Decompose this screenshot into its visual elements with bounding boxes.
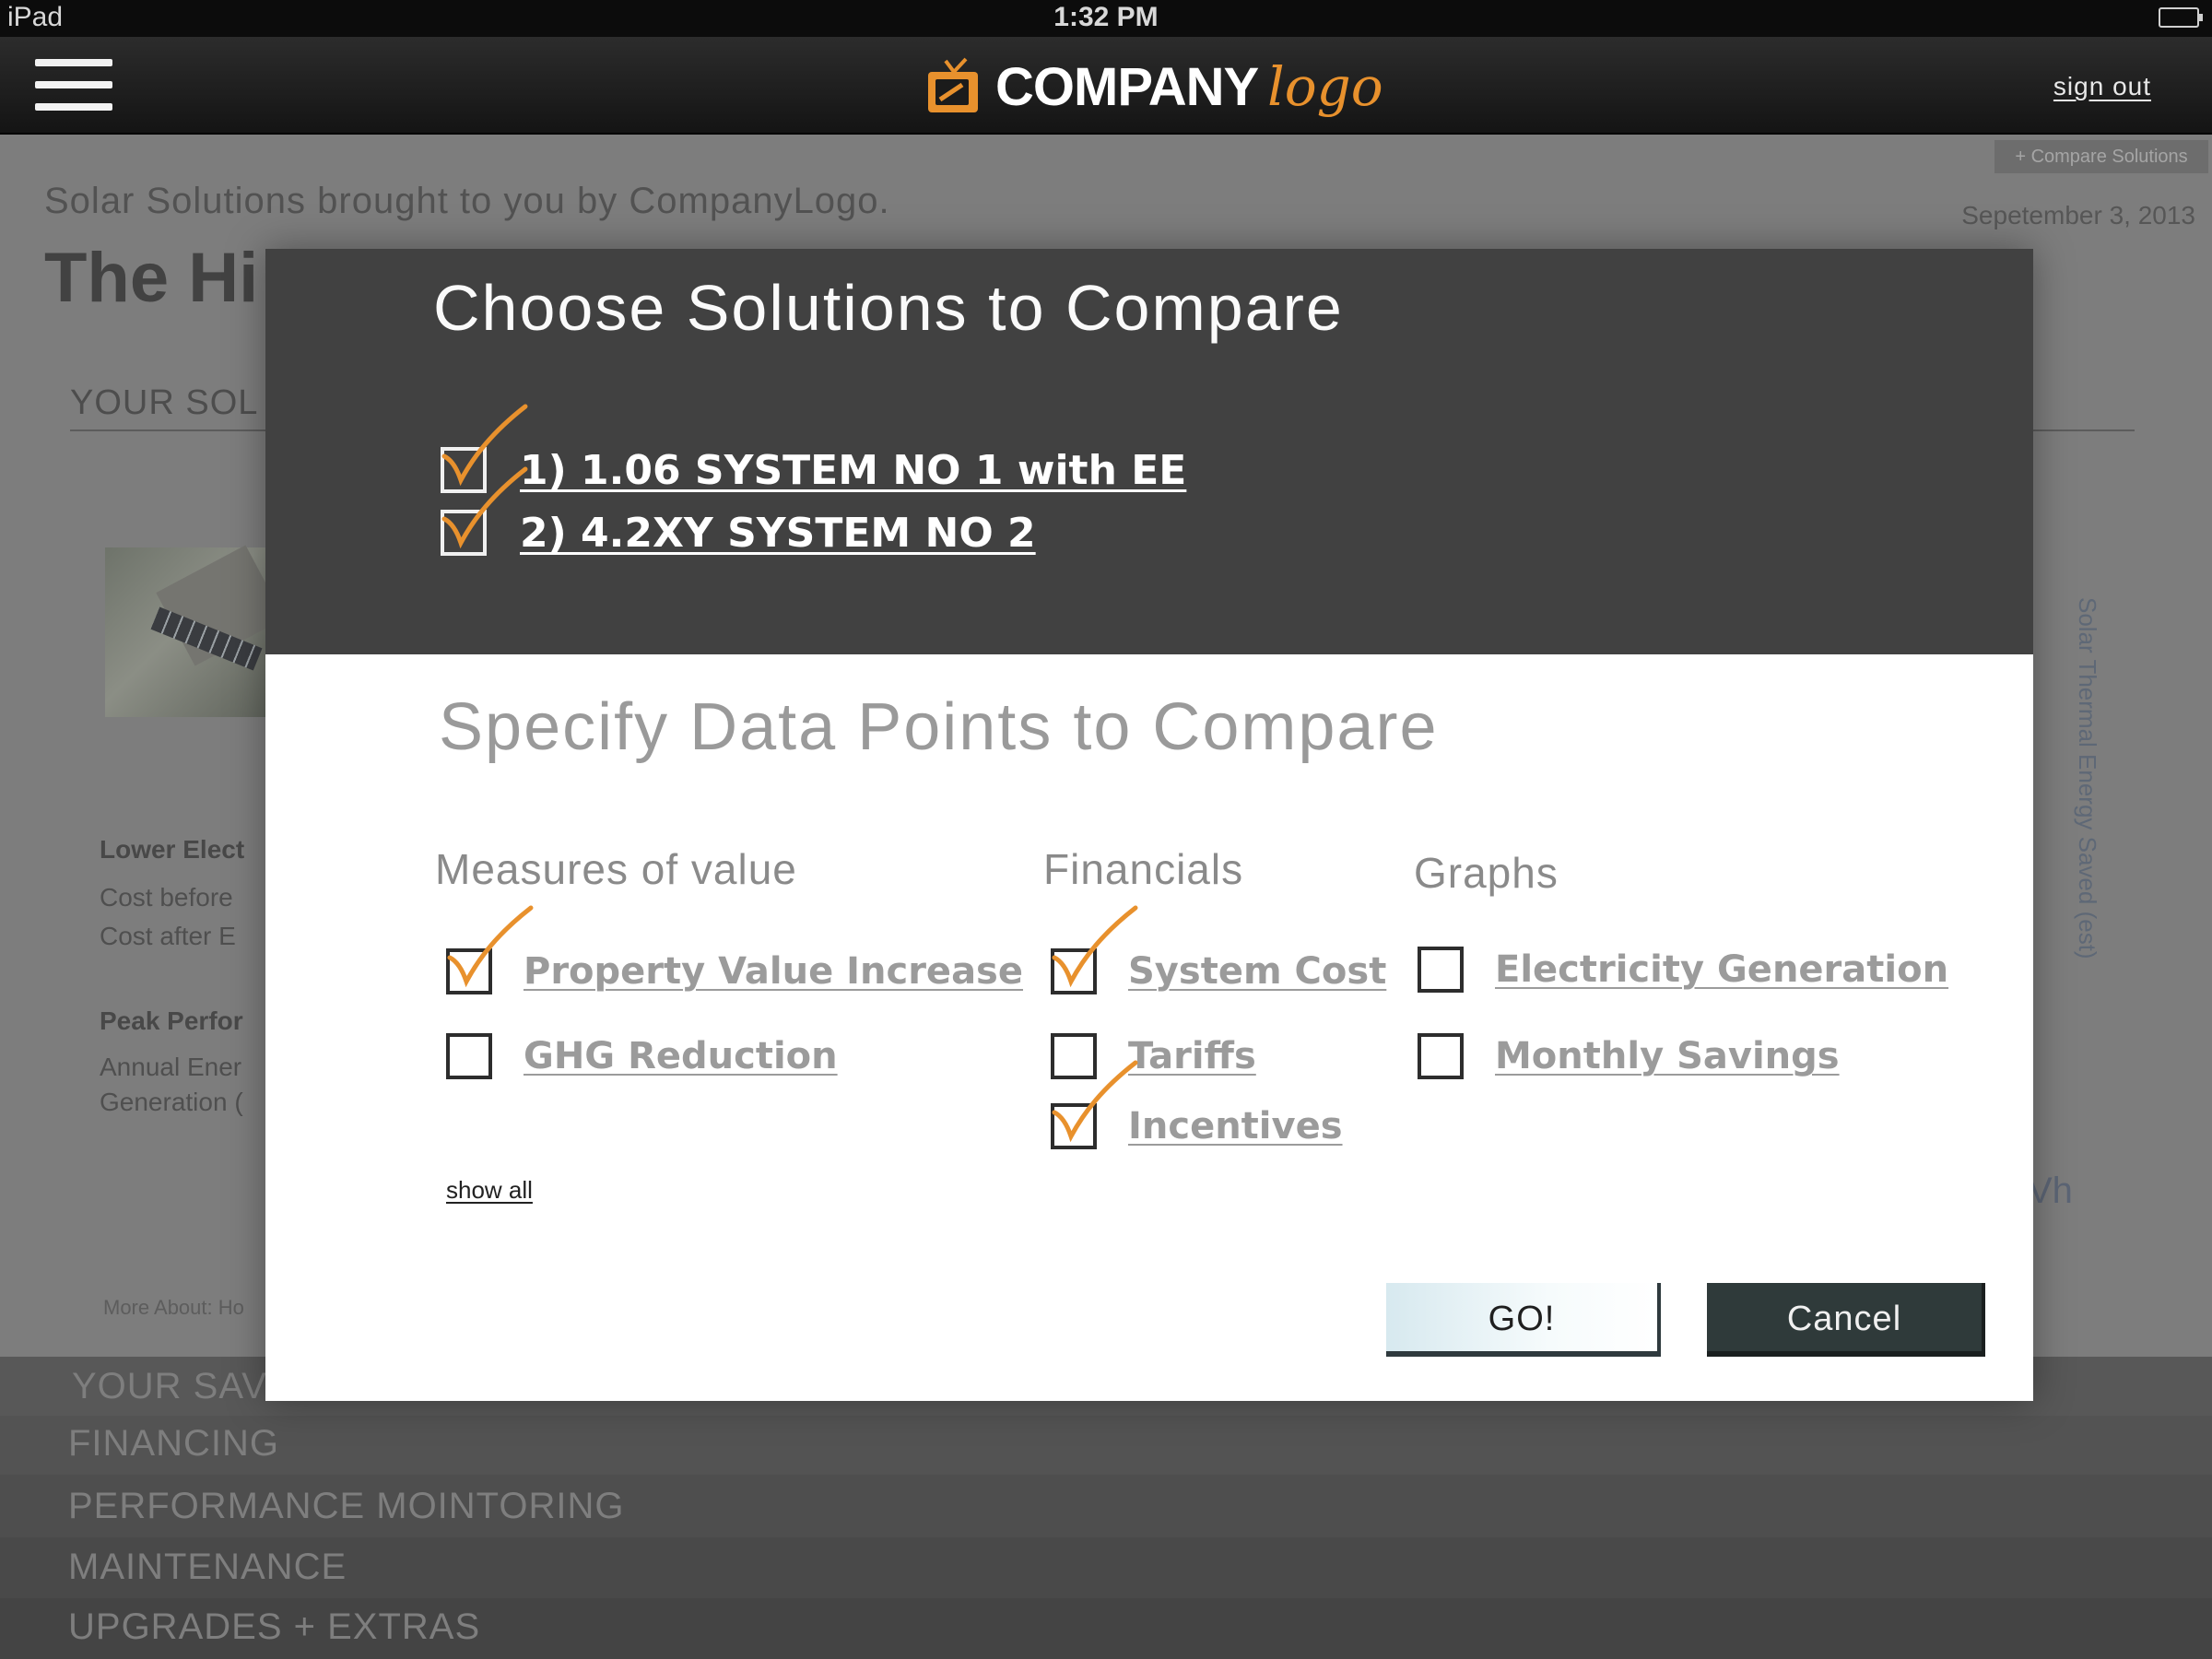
system-cost-label[interactable]: System Cost [1128, 950, 1386, 993]
compare-modal: Choose Solutions to Compare 1) 1.06 SYST… [265, 249, 2033, 1401]
cancel-button[interactable]: Cancel [1707, 1283, 1985, 1357]
solution-option-1[interactable]: 1) 1.06 SYSTEM NO 1 with EE [441, 404, 1186, 498]
electricity-generation-checkbox[interactable] [1418, 947, 1464, 993]
monthly-savings-checkbox[interactable] [1418, 1033, 1464, 1079]
generation-label: Generation ( [100, 1088, 243, 1116]
lower-electricity-label: Lower Elect [100, 835, 245, 864]
compare-solutions-button[interactable]: + Compare Solutions [1994, 140, 2208, 173]
page-title: The Hi [44, 239, 259, 317]
solution-option-2[interactable]: 2) 4.2XY SYSTEM NO 2 [441, 466, 1036, 560]
checkmark-icon [1052, 905, 1138, 988]
incentives-checkbox[interactable] [1051, 1060, 1138, 1149]
more-about-link[interactable]: More About: Ho [103, 1296, 244, 1320]
logo-wordmark: COMPANY [995, 56, 1259, 117]
solution-2-checkbox[interactable] [441, 466, 528, 556]
show-all-link[interactable]: show all [446, 1176, 533, 1205]
data-points-title: Specify Data Points to Compare [439, 690, 1439, 764]
company-logo: COMPANY logo [925, 48, 1383, 125]
nav-maintenance[interactable]: MAINTENANCE [0, 1537, 2212, 1598]
option-incentives[interactable]: Incentives [1051, 1060, 1343, 1152]
checkmark-icon [1052, 1060, 1138, 1143]
battery-icon [2159, 7, 2203, 28]
nav-performance-monitoring[interactable]: PERFORMANCE MOINTORING [0, 1475, 2212, 1537]
graphs-heading: Graphs [1414, 849, 1559, 897]
bottom-section-nav: YOUR SAVINGS FINANCING PERFORMANCE MOINT… [0, 1357, 2212, 1659]
go-button[interactable]: GO! [1386, 1283, 1661, 1357]
option-property-value-increase[interactable]: Property Value Increase [446, 905, 1023, 997]
peak-performance-label: Peak Perfor [100, 1006, 243, 1035]
solution-1-label[interactable]: 1) 1.06 SYSTEM NO 1 with EE [520, 447, 1186, 494]
electricity-generation-label[interactable]: Electricity Generation [1495, 948, 1948, 991]
status-clock: 1:32 PM [1053, 2, 1159, 32]
app-header: COMPANY logo sign out [0, 37, 2212, 135]
ios-status-bar: iPad 1:32 PM [0, 0, 2212, 37]
annual-energy-label: Annual Ener [100, 1053, 242, 1081]
menu-icon[interactable] [35, 59, 112, 111]
page-date: Sepetember 3, 2013 [1961, 201, 2195, 229]
measures-of-value-heading: Measures of value [435, 845, 797, 893]
house-aerial-image [105, 545, 285, 717]
cost-after-label: Cost after E [100, 922, 236, 950]
checkmark-icon [441, 466, 528, 549]
property-value-label[interactable]: Property Value Increase [524, 950, 1023, 993]
option-electricity-generation[interactable]: Electricity Generation [1418, 944, 1948, 995]
checkmark-icon [447, 905, 534, 988]
system-cost-checkbox[interactable] [1051, 905, 1138, 994]
nav-financing[interactable]: FINANCING [0, 1416, 2212, 1475]
cost-before-label: Cost before [100, 883, 233, 912]
tariffs-label[interactable]: Tariffs [1128, 1035, 1256, 1077]
property-value-checkbox[interactable] [446, 905, 534, 994]
financials-heading: Financials [1043, 845, 1244, 893]
vertical-axis-label: Solar Thermal Energy Saved (est) [2074, 597, 2101, 959]
sign-out-link[interactable]: sign out [2053, 72, 2151, 101]
incentives-label[interactable]: Incentives [1128, 1105, 1343, 1147]
ghg-reduction-label[interactable]: GHG Reduction [524, 1035, 838, 1077]
monthly-savings-label[interactable]: Monthly Savings [1495, 1035, 1840, 1077]
tv-logo-icon [928, 57, 978, 112]
solution-2-label[interactable]: 2) 4.2XY SYSTEM NO 2 [520, 510, 1036, 557]
kwh-value: Vh [2028, 1171, 2073, 1211]
option-ghg-reduction[interactable]: GHG Reduction [446, 1030, 838, 1082]
option-system-cost[interactable]: System Cost [1051, 905, 1386, 997]
page-tagline: Solar Solutions brought to you by Compan… [44, 181, 890, 221]
ghg-reduction-checkbox[interactable] [446, 1033, 492, 1079]
modal-title: Choose Solutions to Compare [433, 272, 1344, 344]
logo-script: logo [1267, 55, 1383, 118]
solutions-panel: Choose Solutions to Compare 1) 1.06 SYST… [265, 249, 2033, 654]
option-monthly-savings[interactable]: Monthly Savings [1418, 1030, 1840, 1082]
nav-upgrades-extras[interactable]: UPGRADES + EXTRAS [0, 1598, 2212, 1659]
